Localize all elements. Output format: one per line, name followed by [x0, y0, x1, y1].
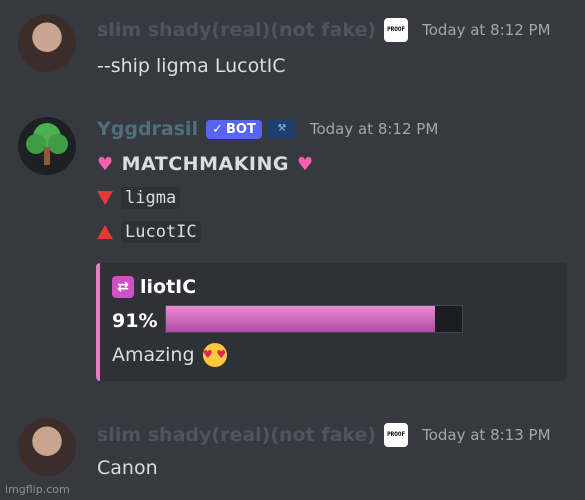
- message-body: ♥ MATCHMAKING ♥ ligma LucotIC: [97, 153, 314, 243]
- tree-icon: [26, 123, 68, 165]
- hammer-icon: ⚒: [267, 119, 296, 139]
- match-progress-fill: [166, 306, 436, 332]
- name-1-line: ligma: [97, 187, 314, 209]
- avatar[interactable]: [18, 14, 76, 72]
- badge-icon: PROOF: [384, 423, 409, 447]
- avatar[interactable]: [18, 418, 76, 476]
- message-text: --ship ligma LucotIC: [97, 55, 286, 77]
- timestamp: Today at 8:12 PM: [309, 120, 439, 138]
- bot-tag-label: BOT: [226, 121, 256, 137]
- triangle-up-icon: [97, 225, 113, 239]
- username[interactable]: slim shady(real)(not fake): [97, 424, 376, 446]
- badge-icon: PROOF: [384, 18, 409, 42]
- message-text: Canon: [97, 457, 158, 479]
- verdict-text: Amazing: [112, 344, 195, 366]
- heart-icon: ♥: [296, 153, 314, 175]
- heart-icon: ♥: [97, 153, 114, 175]
- username[interactable]: slim shady(real)(not fake): [97, 19, 376, 41]
- verdict: Amazing ♥ ♥: [112, 343, 227, 367]
- shuffle-icon: ⇄: [112, 276, 134, 298]
- username[interactable]: Yggdrasil: [97, 118, 198, 140]
- match-progress-bar: [165, 305, 463, 333]
- name-2: LucotIC: [121, 221, 201, 243]
- triangle-down-icon: [97, 191, 113, 205]
- embed-title-text: liotIC: [140, 276, 197, 298]
- timestamp: Today at 8:12 PM: [422, 21, 551, 39]
- bot-tag: ✓ BOT: [206, 119, 262, 139]
- matchmaking-title: ♥ MATCHMAKING ♥: [97, 153, 314, 175]
- message-header: slim shady(real)(not fake) PROOF Today a…: [97, 18, 551, 42]
- name-1: ligma: [121, 187, 181, 209]
- title-text: MATCHMAKING: [121, 153, 289, 175]
- name-2-line: LucotIC: [97, 221, 314, 243]
- match-embed: ⇄ liotIC 91% Amazing ♥ ♥: [96, 263, 567, 381]
- match-percent: 91%: [112, 310, 158, 332]
- embed-title: ⇄ liotIC: [112, 276, 196, 298]
- message-header: slim shady(real)(not fake) PROOF Today a…: [97, 423, 551, 447]
- avatar[interactable]: [18, 117, 76, 175]
- watermark: imgflip.com: [5, 483, 70, 496]
- heart-eyes-icon: ♥ ♥: [202, 343, 227, 367]
- timestamp: Today at 8:13 PM: [422, 426, 551, 444]
- message-header: Yggdrasil ✓ BOT ⚒ Today at 8:12 PM: [97, 118, 438, 140]
